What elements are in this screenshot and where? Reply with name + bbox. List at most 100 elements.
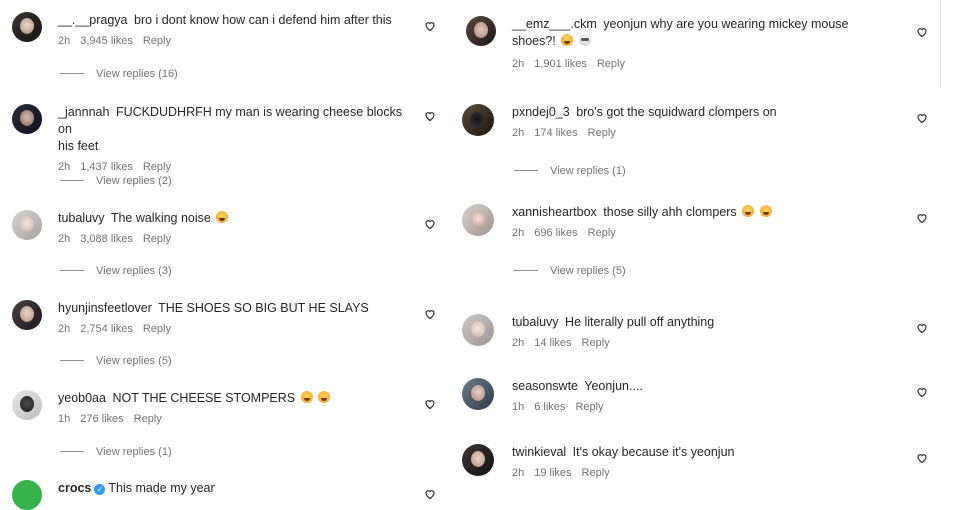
avatar[interactable] bbox=[12, 390, 42, 420]
heart-icon[interactable] bbox=[424, 20, 436, 32]
view-replies-label: View replies (1) bbox=[96, 446, 172, 458]
avatar[interactable] bbox=[12, 480, 42, 510]
comment-username[interactable]: hyunjinsfeetlover bbox=[58, 301, 152, 315]
avatar[interactable] bbox=[12, 104, 42, 134]
comment-likes[interactable]: 1,437 likes bbox=[80, 161, 133, 173]
comment-time: 2h bbox=[58, 161, 71, 173]
comment-time: 2h bbox=[58, 35, 71, 47]
reply-button[interactable]: Reply bbox=[143, 35, 171, 47]
reply-button[interactable]: Reply bbox=[582, 467, 610, 479]
comment-time: 2h bbox=[512, 127, 525, 139]
reply-button[interactable]: Reply bbox=[588, 127, 616, 139]
comment-likes[interactable]: 14 likes bbox=[534, 337, 571, 349]
loudly-crying-face-emoji bbox=[742, 205, 755, 217]
heart-icon[interactable] bbox=[424, 488, 436, 500]
comment-username[interactable]: seasonswte bbox=[512, 379, 578, 393]
comment-text: THE SHOES SO BIG BUT HE SLAYS bbox=[158, 301, 369, 315]
comment-likes[interactable]: 276 likes bbox=[80, 413, 123, 425]
skull-emoji bbox=[578, 34, 591, 46]
comment-likes[interactable]: 6 likes bbox=[534, 401, 565, 413]
reply-button[interactable]: Reply bbox=[588, 227, 616, 239]
heart-icon[interactable] bbox=[916, 322, 928, 334]
view-replies-button[interactable]: View replies (2) bbox=[60, 175, 172, 187]
heart-icon[interactable] bbox=[424, 308, 436, 320]
comment-time: 2h bbox=[512, 58, 525, 70]
comment-likes[interactable]: 696 likes bbox=[534, 227, 577, 239]
comment-likes[interactable]: 1,901 likes bbox=[534, 58, 587, 70]
comment-text: bro i dont know how can i defend him aft… bbox=[134, 13, 392, 27]
comment-username[interactable]: __.__pragya bbox=[58, 13, 128, 27]
view-replies-label: View replies (16) bbox=[96, 68, 178, 80]
view-replies-button[interactable]: View replies (16) bbox=[60, 68, 178, 80]
view-replies-label: View replies (3) bbox=[96, 265, 172, 277]
heart-icon[interactable] bbox=[916, 452, 928, 464]
reply-button[interactable]: Reply bbox=[143, 161, 171, 173]
heart-icon[interactable] bbox=[916, 212, 928, 224]
comment-username[interactable]: _jannnah bbox=[58, 105, 109, 119]
comment-item: seasonswte Yeonjun.... 1h 6 likes Reply bbox=[462, 378, 942, 424]
comment-likes[interactable]: 174 likes bbox=[534, 127, 577, 139]
reply-button[interactable]: Reply bbox=[134, 413, 162, 425]
comment-text: bro's got the squidward clompers on bbox=[576, 105, 777, 119]
avatar[interactable] bbox=[12, 300, 42, 330]
heart-icon[interactable] bbox=[916, 26, 928, 38]
comment-time: 2h bbox=[58, 233, 71, 245]
comment-username[interactable]: twinkieval bbox=[512, 445, 566, 459]
avatar[interactable] bbox=[466, 16, 496, 46]
avatar[interactable] bbox=[12, 210, 42, 240]
comment-text: FUCKDUDHRFH my man is wearing cheese blo… bbox=[58, 105, 403, 136]
comment-username[interactable]: pxndej0_3 bbox=[512, 105, 570, 119]
reply-button[interactable]: Reply bbox=[597, 58, 625, 70]
comment-likes[interactable]: 2,754 likes bbox=[80, 323, 133, 335]
reply-button[interactable]: Reply bbox=[143, 323, 171, 335]
comment-time: 1h bbox=[58, 413, 71, 425]
divider-line bbox=[60, 360, 84, 361]
comment-likes[interactable]: 19 likes bbox=[534, 467, 571, 479]
comment-username[interactable]: tubaluvy bbox=[58, 211, 105, 225]
comment-likes[interactable]: 3,945 likes bbox=[80, 35, 133, 47]
reply-button[interactable]: Reply bbox=[575, 401, 603, 413]
comment-username[interactable]: xannisheartbox bbox=[512, 205, 597, 219]
heart-icon[interactable] bbox=[424, 218, 436, 230]
comment-text: He literally pull off anything bbox=[565, 315, 715, 329]
loudly-crying-face-emoji bbox=[318, 391, 331, 403]
comment-text: NOT THE CHEESE STOMPERS bbox=[112, 391, 296, 405]
view-replies-button[interactable]: View replies (1) bbox=[514, 165, 626, 177]
comment-username[interactable]: tubaluvy bbox=[512, 315, 559, 329]
view-replies-label: View replies (1) bbox=[550, 165, 626, 177]
divider-line bbox=[514, 170, 538, 171]
comment-time: 2h bbox=[512, 337, 525, 349]
view-replies-button[interactable]: View replies (3) bbox=[60, 265, 172, 277]
comment-item: __.__pragya bro i dont know how can i de… bbox=[12, 12, 452, 62]
reply-button[interactable]: Reply bbox=[582, 337, 610, 349]
avatar[interactable] bbox=[462, 444, 494, 476]
comment-item: hyunjinsfeetlover THE SHOES SO BIG BUT H… bbox=[12, 300, 452, 350]
loudly-crying-face-emoji bbox=[759, 205, 772, 217]
heart-icon[interactable] bbox=[916, 386, 928, 398]
comment-username[interactable]: __emz___.ckm bbox=[512, 17, 597, 31]
comment-text: This made my year bbox=[108, 481, 215, 495]
heart-icon[interactable] bbox=[916, 112, 928, 124]
heart-icon[interactable] bbox=[424, 398, 436, 410]
avatar[interactable] bbox=[12, 12, 42, 42]
avatar[interactable] bbox=[462, 314, 494, 346]
view-replies-button[interactable]: View replies (5) bbox=[514, 265, 626, 277]
view-replies-button[interactable]: View replies (1) bbox=[60, 446, 172, 458]
avatar[interactable] bbox=[462, 378, 494, 410]
reply-button[interactable]: Reply bbox=[143, 233, 171, 245]
divider-line bbox=[60, 270, 84, 271]
comment-likes[interactable]: 3,088 likes bbox=[80, 233, 133, 245]
avatar[interactable] bbox=[462, 104, 494, 136]
avatar[interactable] bbox=[462, 204, 494, 236]
comment-username[interactable]: crocs bbox=[58, 481, 91, 495]
heart-icon[interactable] bbox=[424, 110, 436, 122]
comment-username[interactable]: yeob0aa bbox=[58, 391, 106, 405]
divider-line bbox=[60, 180, 84, 181]
comment-item: tubaluvy He literally pull off anything … bbox=[462, 314, 942, 360]
comment-text: The walking noise bbox=[110, 211, 211, 225]
view-replies-label: View replies (2) bbox=[96, 175, 172, 187]
comment-item: tubaluvy The walking noise 2h 3,088 likes… bbox=[12, 210, 452, 260]
scrollbar-track[interactable] bbox=[940, 0, 941, 88]
comment-text-continued: his feet bbox=[58, 139, 99, 153]
view-replies-button[interactable]: View replies (5) bbox=[60, 355, 172, 367]
